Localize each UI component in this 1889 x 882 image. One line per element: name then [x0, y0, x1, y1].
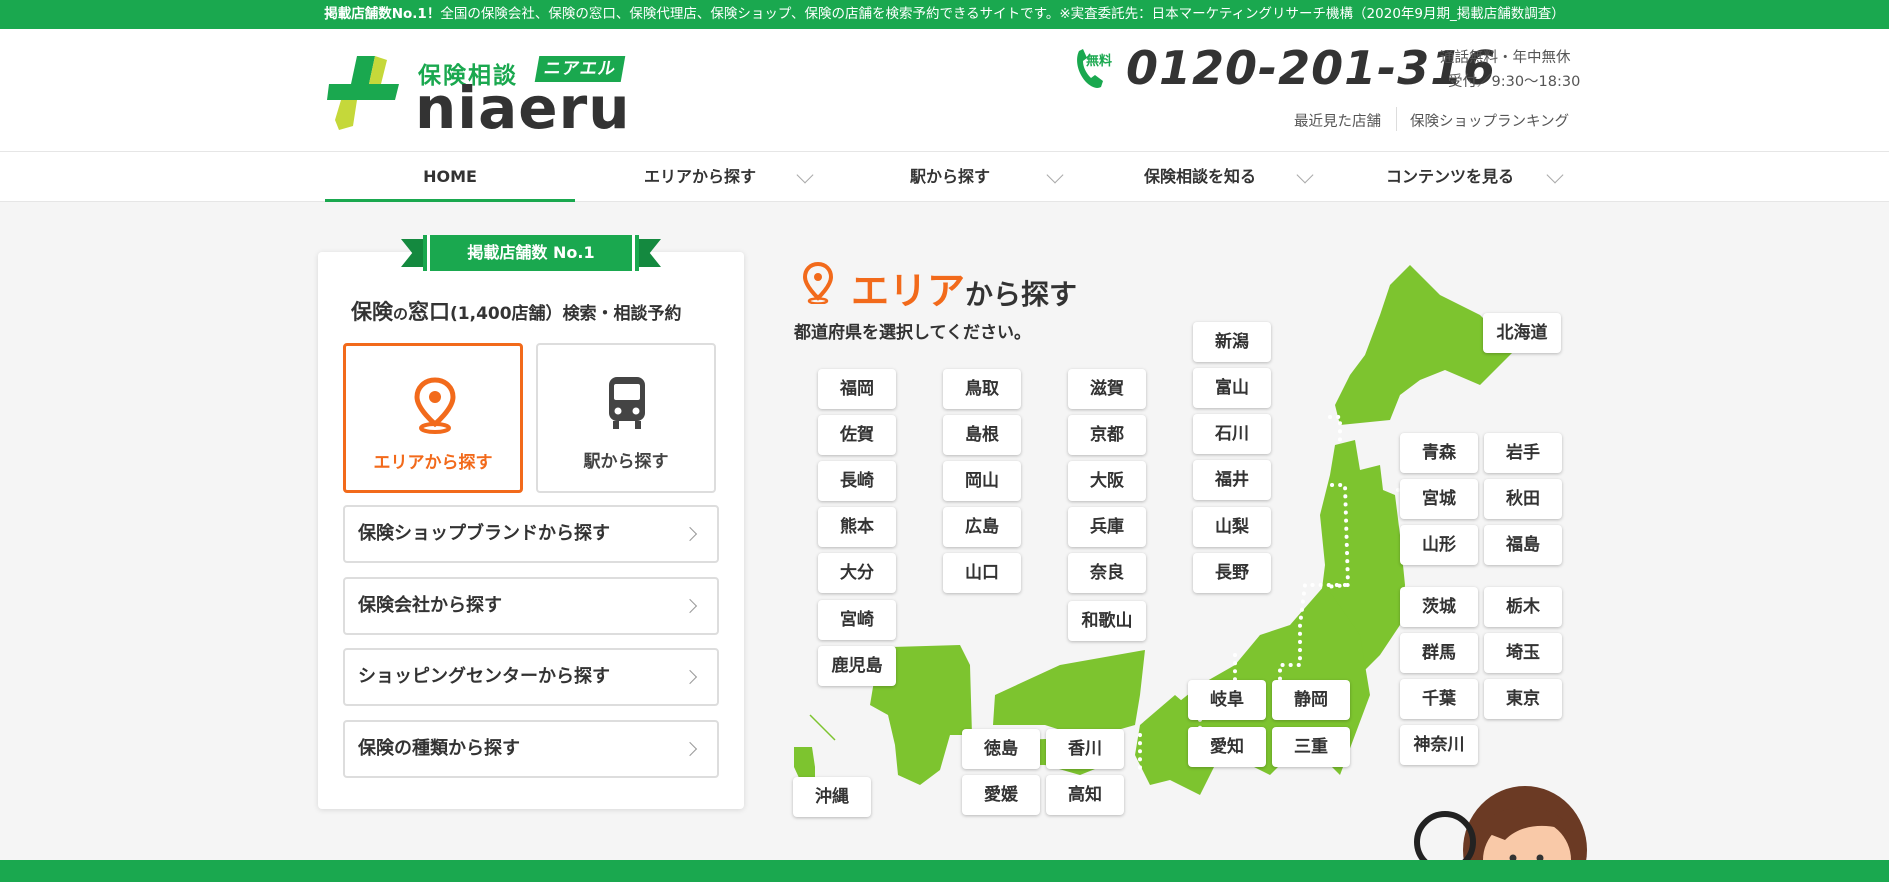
shop-ranking-link[interactable]: 保険ショップランキング — [1410, 110, 1569, 131]
pref-wakayama[interactable]: 和歌山 — [1068, 601, 1146, 641]
pref-shimane[interactable]: 島根 — [943, 415, 1021, 455]
chevron-right-icon — [682, 669, 698, 685]
pref-saga[interactable]: 佐賀 — [818, 415, 896, 455]
pref-fukushima[interactable]: 福島 — [1484, 525, 1562, 565]
train-icon — [609, 377, 645, 429]
pref-tottori[interactable]: 鳥取 — [943, 369, 1021, 409]
ribbon-badge: 掲載店舗数 No.1 — [401, 235, 661, 271]
pref-kyoto[interactable]: 京都 — [1068, 415, 1146, 455]
search-by-area-tile[interactable]: エリアから探す — [343, 343, 523, 493]
pref-mie[interactable]: 三重 — [1272, 727, 1350, 767]
top-announcement-bar: 掲載店舗数No.1！全国の保険会社、保険の窓口、保険代理店、保険ショップ、保険の… — [0, 0, 1889, 29]
menu-label: ショッピングセンターから探す — [358, 666, 610, 687]
pref-fukui[interactable]: 福井 — [1193, 460, 1271, 500]
phone-note-hours: 受付／9:30〜18:30 — [1448, 74, 1581, 90]
map-pin-icon — [414, 377, 456, 434]
topbar-text: 全国の保険会社、保険の窓口、保険代理店、保険ショップ、保険の店舗を検索予約できる… — [440, 6, 1565, 22]
pref-gunma[interactable]: 群馬 — [1400, 633, 1478, 673]
pref-niigata[interactable]: 新潟 — [1193, 322, 1271, 362]
nav-station[interactable]: 駅から探す — [825, 152, 1075, 202]
pref-akita[interactable]: 秋田 — [1484, 479, 1562, 519]
topbar-lead: 掲載店舗数No.1！ — [324, 6, 441, 22]
pref-chiba[interactable]: 千葉 — [1400, 679, 1478, 719]
panel-title: 保険の窓口(1,400店舗）検索・相談予約 — [351, 300, 682, 324]
pref-ishikawa[interactable]: 石川 — [1193, 414, 1271, 454]
search-by-mall-button[interactable]: ショッピングセンターから探す — [343, 648, 719, 706]
nav-home[interactable]: HOME — [325, 152, 575, 202]
pref-kanagawa[interactable]: 神奈川 — [1400, 725, 1478, 765]
footer-band — [0, 860, 1889, 882]
recent-stores-link[interactable]: 最近見た店舗 — [1294, 110, 1381, 131]
search-by-company-button[interactable]: 保険会社から探す — [343, 577, 719, 635]
free-dial-icon: 無料 — [1077, 49, 1112, 88]
pref-osaka[interactable]: 大阪 — [1068, 461, 1146, 501]
chevron-right-icon — [682, 598, 698, 614]
pref-yamaguchi[interactable]: 山口 — [943, 553, 1021, 593]
pref-kochi[interactable]: 高知 — [1046, 775, 1124, 815]
pref-okayama[interactable]: 岡山 — [943, 461, 1021, 501]
nav-about[interactable]: 保険相談を知る — [1075, 152, 1325, 202]
ribbon-label: 掲載店舗数 No.1 — [423, 235, 639, 271]
pref-tokushima[interactable]: 徳島 — [962, 729, 1040, 769]
pref-hyogo[interactable]: 兵庫 — [1068, 507, 1146, 547]
phone-badge: 無料 — [1086, 53, 1112, 69]
pref-aichi[interactable]: 愛知 — [1188, 727, 1266, 767]
tile-area-label: エリアから探す — [373, 453, 493, 473]
pref-oita[interactable]: 大分 — [818, 553, 896, 593]
phone-note-free: 通話無料・年中無休 — [1440, 50, 1571, 66]
pref-ibaraki[interactable]: 茨城 — [1400, 587, 1478, 627]
menu-label: 保険ショップブランドから探す — [358, 523, 610, 544]
tile-station-label: 駅から探す — [583, 452, 669, 472]
logo-wordmark[interactable]: niaeru — [415, 74, 631, 142]
pref-saitama[interactable]: 埼玉 — [1484, 633, 1562, 673]
nav-contents[interactable]: コンテンツを見る — [1325, 152, 1575, 202]
pref-shizuoka[interactable]: 静岡 — [1272, 680, 1350, 720]
pref-yamanashi[interactable]: 山梨 — [1193, 507, 1271, 547]
pref-shiga[interactable]: 滋賀 — [1068, 369, 1146, 409]
pref-tochigi[interactable]: 栃木 — [1484, 587, 1562, 627]
pref-kagoshima[interactable]: 鹿児島 — [818, 646, 896, 686]
pref-hokkaido[interactable]: 北海道 — [1483, 313, 1561, 353]
pref-okinawa[interactable]: 沖縄 — [793, 777, 871, 817]
pref-nagano[interactable]: 長野 — [1193, 553, 1271, 593]
pref-miyagi[interactable]: 宮城 — [1400, 479, 1478, 519]
search-by-insurance-type-button[interactable]: 保険の種類から探す — [343, 720, 719, 778]
menu-label: 保険会社から探す — [358, 595, 502, 616]
pref-nara[interactable]: 奈良 — [1068, 553, 1146, 593]
pref-kagawa[interactable]: 香川 — [1046, 729, 1124, 769]
chevron-right-icon — [682, 741, 698, 757]
pref-aomori[interactable]: 青森 — [1400, 433, 1478, 473]
pref-toyama[interactable]: 富山 — [1193, 368, 1271, 408]
main-nav: HOME エリアから探す 駅から探す 保険相談を知る コンテンツを見る — [0, 151, 1889, 202]
chevron-right-icon — [682, 526, 698, 542]
pref-tokyo[interactable]: 東京 — [1484, 679, 1562, 719]
header-divider — [1396, 107, 1397, 131]
area-section-title: エリアから探す — [851, 269, 1078, 313]
pref-gifu[interactable]: 岐阜 — [1188, 680, 1266, 720]
pref-miyazaki[interactable]: 宮崎 — [818, 600, 896, 640]
pref-iwate[interactable]: 岩手 — [1484, 433, 1562, 473]
ribbon-edge — [632, 235, 635, 271]
area-section-subtitle: 都道府県を選択してください。 — [794, 323, 1031, 343]
search-by-brand-button[interactable]: 保険ショップブランドから探す — [343, 505, 719, 563]
pref-hiroshima[interactable]: 広島 — [943, 507, 1021, 547]
pref-yamagata[interactable]: 山形 — [1400, 525, 1478, 565]
nav-area[interactable]: エリアから探す — [575, 152, 825, 202]
ribbon-edge — [427, 235, 430, 271]
menu-label: 保険の種類から探す — [358, 738, 520, 759]
pref-ehime[interactable]: 愛媛 — [962, 775, 1040, 815]
map-pin-icon — [803, 262, 833, 304]
pref-kumamoto[interactable]: 熊本 — [818, 507, 896, 547]
pref-nagasaki[interactable]: 長崎 — [818, 461, 896, 501]
pref-fukuoka[interactable]: 福岡 — [818, 369, 896, 409]
search-by-station-tile[interactable]: 駅から探す — [536, 343, 716, 493]
site-header: 保険相談 ニアエル niaeru 無料 0120-201-316 通話無料・年中… — [0, 29, 1889, 151]
niaeru-logo-icon[interactable] — [327, 54, 403, 130]
